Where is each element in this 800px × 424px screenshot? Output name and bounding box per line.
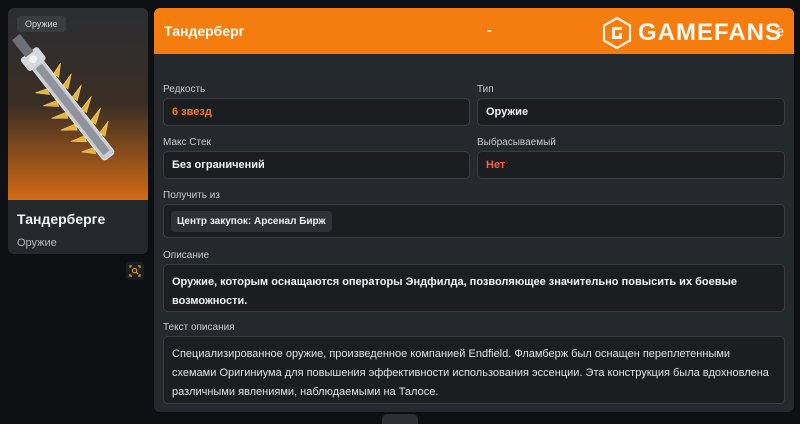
- magnify-icon: [129, 265, 141, 277]
- panel-header: Тандерберг - GAMEFANS e: [154, 8, 794, 54]
- obtain-label: Получить из: [163, 190, 220, 201]
- header-separator: -: [487, 22, 492, 38]
- rarity-label: Редкость: [163, 84, 206, 95]
- rarity-value: 6 звезд: [163, 98, 470, 126]
- type-value: Оружие: [477, 98, 785, 126]
- droppable-value: Нет: [477, 151, 785, 179]
- gamefans-logo-icon: [602, 16, 632, 50]
- source-chip[interactable]: Центр закупок: Арсенал Бирж: [171, 210, 332, 232]
- max-stack-label: Макс Стек: [163, 137, 211, 148]
- max-stack-value: Без ограничений: [163, 151, 470, 179]
- item-title: Тандерберг: [164, 23, 245, 39]
- logo-text: GAMEFANS: [638, 19, 783, 46]
- card-subtitle: Оружие: [17, 237, 57, 249]
- sword-icon: [12, 33, 115, 161]
- description-label: Описание: [163, 250, 210, 261]
- type-label: Тип: [477, 84, 494, 95]
- weapon-image: [8, 8, 148, 200]
- obtain-box: Центр закупок: Арсенал Бирж: [163, 204, 785, 238]
- droppable-label: Выбрасываемый: [477, 137, 556, 148]
- lore-label: Текст описания: [163, 322, 235, 333]
- item-card[interactable]: Оружие Тандерберге Оружие: [8, 8, 148, 254]
- description-text: Оружие, которым оснащаются операторы Энд…: [163, 264, 785, 312]
- details-panel: Тандерберг - GAMEFANS e Редкость 6 звезд…: [154, 8, 794, 412]
- card-title: Тандерберге: [17, 211, 106, 227]
- header-right-text: e: [776, 23, 784, 39]
- gamefans-logo: GAMEFANS: [600, 16, 782, 50]
- zoom-button[interactable]: [126, 262, 144, 280]
- category-tag: Оружие: [17, 16, 66, 32]
- scroll-handle[interactable]: [382, 414, 418, 424]
- lore-text: Специализированное оружие, произведенное…: [163, 336, 785, 404]
